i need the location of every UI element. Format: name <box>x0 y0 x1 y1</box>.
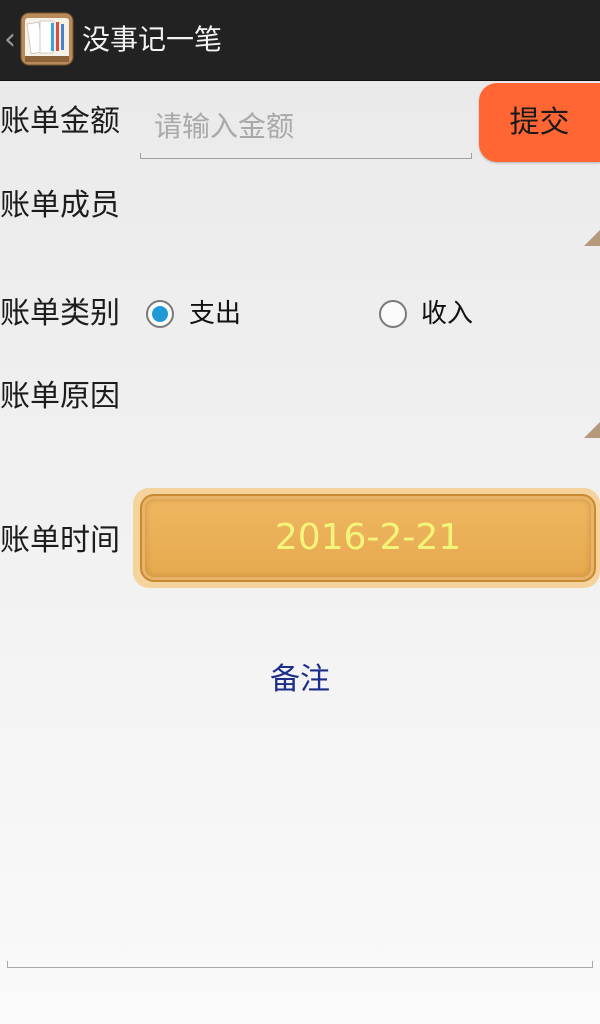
radio-expense[interactable] <box>146 300 174 328</box>
member-spinner[interactable] <box>140 168 600 248</box>
reason-spinner[interactable] <box>140 360 600 440</box>
note-label[interactable]: 备注 <box>0 658 600 702</box>
reason-label: 账单原因 <box>0 379 120 414</box>
amount-label: 账单金额 <box>0 104 120 139</box>
member-spinner-arrow-icon[interactable] <box>584 230 600 246</box>
reason-spinner-arrow-icon[interactable] <box>584 422 600 438</box>
action-bar: ‹ 没事记一笔 <box>0 0 600 81</box>
back-chevron-icon[interactable]: ‹ <box>4 20 16 60</box>
member-label: 账单成员 <box>0 188 120 223</box>
note-textarea[interactable] <box>7 700 597 972</box>
submit-button[interactable]: 提交 <box>479 83 600 162</box>
time-label: 账单时间 <box>0 523 120 558</box>
date-picker-button[interactable]: 2016-2-21 <box>140 494 596 582</box>
amount-input-underline <box>140 153 472 159</box>
category-label: 账单类别 <box>0 296 120 331</box>
note-textarea-underline <box>7 961 593 968</box>
radio-income-label[interactable]: 收入 <box>421 296 473 332</box>
amount-input[interactable] <box>140 98 472 154</box>
notebook-app-icon[interactable] <box>20 12 74 66</box>
app-title: 没事记一笔 <box>82 23 223 56</box>
radio-income[interactable] <box>379 300 407 328</box>
radio-expense-label[interactable]: 支出 <box>189 296 241 332</box>
